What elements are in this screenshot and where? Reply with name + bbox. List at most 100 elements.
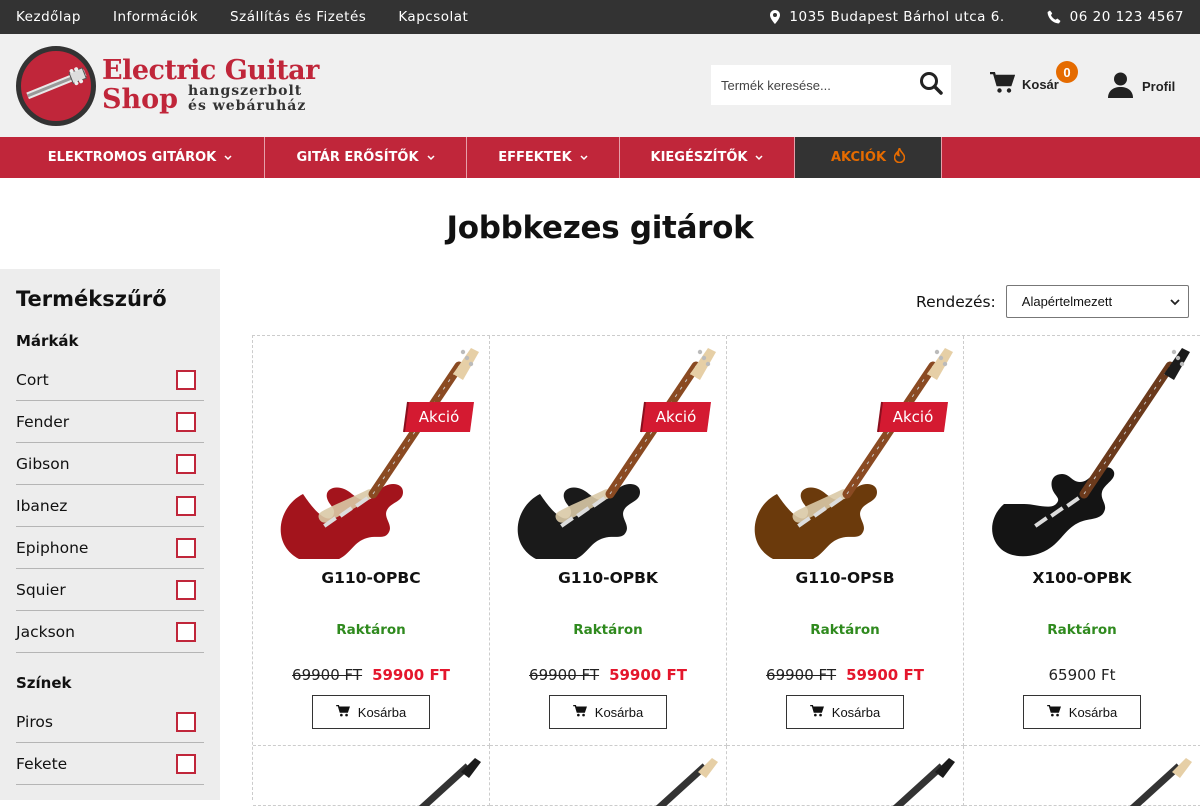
add-to-cart-button[interactable]: Kosárba xyxy=(1023,695,1141,729)
brand-filter-row[interactable]: Epiphone xyxy=(16,527,204,569)
top-links: Kezdőlap Információk Szállítás és Fizeté… xyxy=(16,9,468,25)
stock-status: Raktáron xyxy=(810,622,880,638)
product-image[interactable] xyxy=(737,344,957,564)
nav-item-label: ELEKTROMOS GITÁROK xyxy=(47,150,217,165)
top-bar: Kezdőlap Információk Szállítás és Fizeté… xyxy=(0,0,1200,34)
sort-control: Rendezés: Alapértelmezett xyxy=(916,285,1189,318)
product-card[interactable]: Akció G110-OPBK Raktáron 69900 FT 59900 FT Ko… xyxy=(490,336,727,746)
top-link-home[interactable]: Kezdőlap xyxy=(16,9,81,25)
brand-filter-row[interactable]: Squier xyxy=(16,569,204,611)
filter-sidebar: Termékszűrő Márkák Cort Fender Gibson Ibane… xyxy=(0,269,220,800)
price: 65900 Ft xyxy=(1048,666,1116,684)
top-link-info[interactable]: Információk xyxy=(113,9,198,25)
product-name[interactable]: G110-OPSB xyxy=(727,569,963,587)
brand-filter-checkbox[interactable] xyxy=(176,537,196,558)
chevron-down-icon xyxy=(1170,294,1180,309)
cart-button[interactable]: Kosár xyxy=(990,71,1059,97)
add-to-cart-label: Kosárba xyxy=(594,704,644,720)
sort-select[interactable]: Alapértelmezett xyxy=(1005,285,1189,318)
brand-filter-checkbox[interactable] xyxy=(176,495,196,516)
map-pin-icon xyxy=(770,10,781,24)
stock-status: Raktáron xyxy=(1047,622,1117,638)
product-image[interactable] xyxy=(500,344,720,564)
product-name[interactable]: G110-OPBK xyxy=(490,569,726,587)
nav-item-sale[interactable]: AKCIÓK xyxy=(795,137,942,178)
product-image[interactable] xyxy=(727,746,963,810)
product-card[interactable]: Akció G110-OPBC Raktáron 69900 FT 59900 FT Ko… xyxy=(253,336,490,746)
brand-filter-row[interactable]: Jackson xyxy=(16,611,204,653)
brand-filter-row[interactable]: Ibanez xyxy=(16,485,204,527)
chevron-down-icon xyxy=(427,150,435,165)
brand-filter-checkbox[interactable] xyxy=(176,579,196,600)
search-box xyxy=(711,65,951,105)
brand-filter-checkbox[interactable] xyxy=(176,369,196,390)
sort-label: Rendezés: xyxy=(916,292,996,311)
product-card[interactable]: Akció G110-OPSB Raktáron 69900 FT 59900 FT Ko… xyxy=(727,336,964,746)
product-card[interactable]: X100-OPBK Raktáron 65900 Ft Kosárba xyxy=(964,336,1200,746)
brand-filter-label: Epiphone xyxy=(16,538,89,557)
price-row: 69900 FT 59900 FT xyxy=(490,666,726,684)
product-image[interactable] xyxy=(263,344,483,564)
color-filter-row[interactable]: Fekete xyxy=(16,743,204,785)
brand-filter-label: Jackson xyxy=(16,622,75,641)
color-filter-row[interactable]: Piros xyxy=(16,701,204,743)
product-card[interactable] xyxy=(490,746,727,810)
add-to-cart-button[interactable]: Kosárba xyxy=(549,695,667,729)
stock-status: Raktáron xyxy=(573,622,643,638)
phone-icon xyxy=(1047,10,1061,24)
nav-item-label: AKCIÓK xyxy=(830,150,887,165)
brand-filter-checkbox[interactable] xyxy=(176,621,196,642)
contact-info: 1035 Budapest Bárhol utca 6. 06 20 123 4… xyxy=(770,9,1184,25)
add-to-cart-button[interactable]: Kosárba xyxy=(312,695,430,729)
sale-badge-label: Akció xyxy=(655,408,697,426)
product-card[interactable] xyxy=(964,746,1200,810)
product-image[interactable] xyxy=(253,746,489,810)
product-card[interactable] xyxy=(727,746,964,810)
logo-sub2: és webáruház xyxy=(188,98,307,114)
brand-filter-checkbox[interactable] xyxy=(176,453,196,474)
nav-item-accessories[interactable]: KIEGÉSZÍTŐK xyxy=(620,137,795,178)
profile-button[interactable]: Profil xyxy=(1108,72,1175,101)
sale-badge: Akció xyxy=(402,400,476,434)
logo-guitar-icon xyxy=(16,45,96,126)
add-to-cart-button[interactable]: Kosárba xyxy=(786,695,904,729)
logo[interactable]: Electric Guitar Shop hangszerbolt és web… xyxy=(16,45,319,126)
brand-filter-row[interactable]: Gibson xyxy=(16,443,204,485)
top-link-contact[interactable]: Kapcsolat xyxy=(398,9,468,25)
brand-filter-checkbox[interactable] xyxy=(176,411,196,432)
brand-filter-row[interactable]: Fender xyxy=(16,401,204,443)
chevron-down-icon xyxy=(755,150,764,165)
brand-filter-row[interactable]: Cort xyxy=(16,359,204,401)
brands-heading: Márkák xyxy=(16,332,79,350)
price-row: 69900 FT 59900 FT xyxy=(253,666,489,684)
stock-status: Raktáron xyxy=(336,622,406,638)
top-link-shipping[interactable]: Szállítás és Fizetés xyxy=(230,9,366,25)
nav-item-label: KIEGÉSZÍTŐK xyxy=(650,150,748,165)
brand-filter-label: Cort xyxy=(16,370,49,389)
search-icon xyxy=(919,71,943,99)
product-name[interactable]: G110-OPBC xyxy=(253,569,489,587)
cart-icon xyxy=(335,704,350,720)
cart-label: Kosár xyxy=(1022,77,1059,92)
color-filter-checkbox[interactable] xyxy=(176,753,196,774)
old-price: 69900 FT xyxy=(529,666,600,684)
sale-price: 59900 FT xyxy=(846,666,924,684)
nav-item-effects[interactable]: EFFEKTEK xyxy=(467,137,620,178)
search-input[interactable] xyxy=(721,77,911,93)
sale-price: 59900 FT xyxy=(609,666,687,684)
brand-filter-label: Squier xyxy=(16,580,66,599)
color-filter-checkbox[interactable] xyxy=(176,711,196,732)
sale-badge-label: Akció xyxy=(892,408,934,426)
product-image[interactable] xyxy=(974,344,1194,559)
product-name[interactable]: X100-OPBK xyxy=(964,569,1200,587)
nav-item-electric-guitars[interactable]: ELEKTROMOS GITÁROK xyxy=(16,137,265,178)
product-card[interactable] xyxy=(253,746,490,810)
product-image[interactable] xyxy=(964,746,1200,810)
chevron-down-icon xyxy=(580,150,588,165)
logo-sub1: hangszerbolt xyxy=(188,83,303,100)
search-button[interactable] xyxy=(911,65,951,105)
nav-item-amplifiers[interactable]: GITÁR ERŐSÍTŐK xyxy=(265,137,467,178)
nav-item-label: EFFEKTEK xyxy=(498,150,572,165)
product-image[interactable] xyxy=(490,746,726,810)
address-text: 1035 Budapest Bárhol utca 6. xyxy=(789,9,1005,25)
